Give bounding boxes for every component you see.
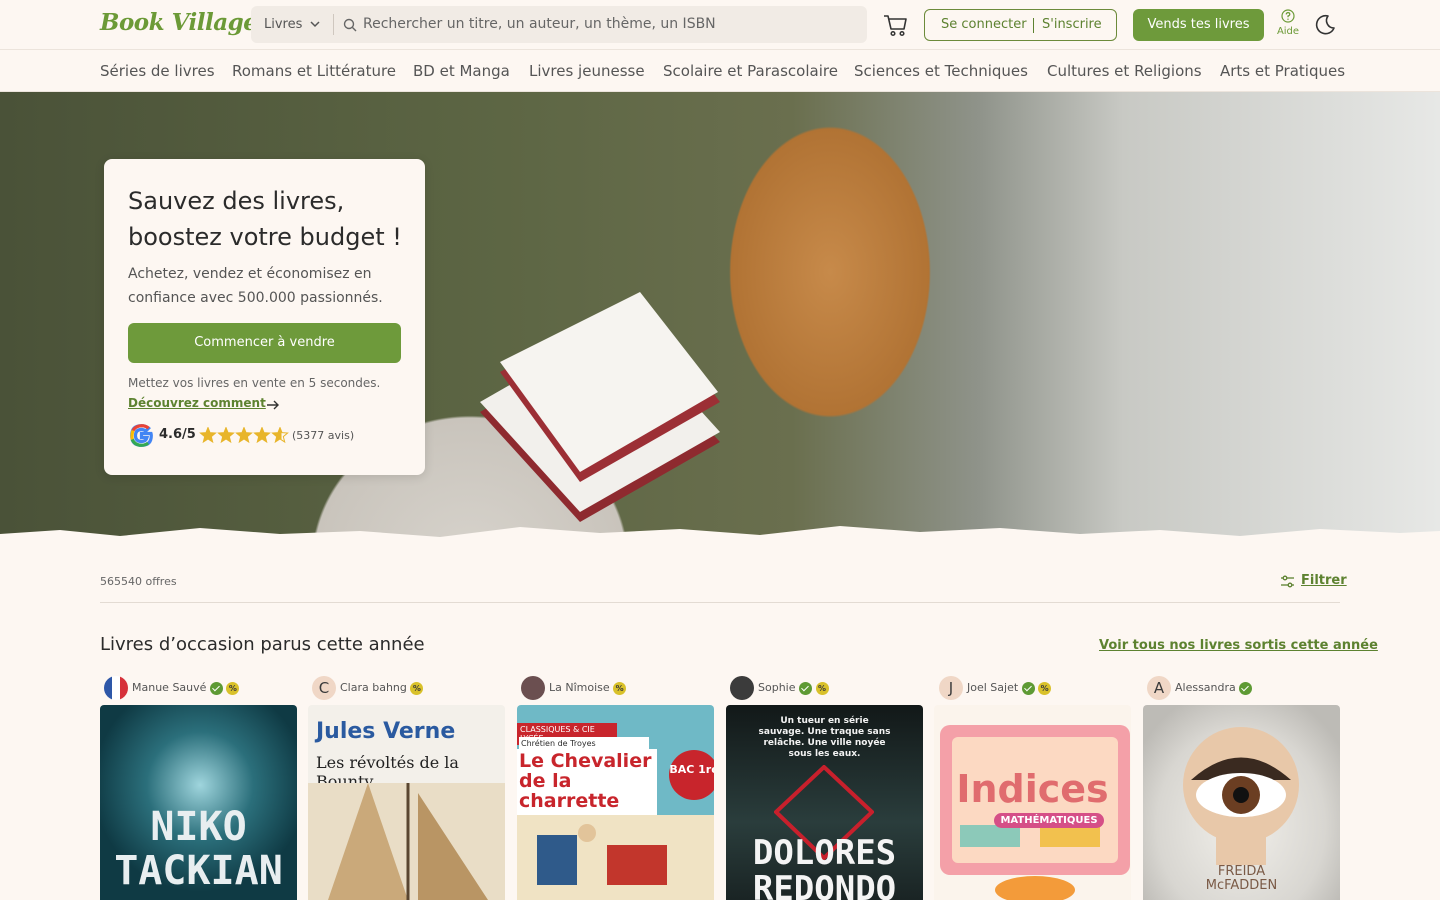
filter-label: Filtrer [1301, 573, 1347, 588]
category-arts[interactable]: Arts et Pratiques [1220, 62, 1345, 80]
offers-count: 565540 offres [100, 575, 177, 588]
cover-title: Indices [956, 767, 1109, 811]
cover-keyhole-eye [1183, 727, 1299, 865]
category-cultures[interactable]: Cultures et Religions [1047, 62, 1202, 80]
category-bd-manga[interactable]: BD et Manga [413, 62, 510, 80]
search-icon [343, 18, 357, 32]
avatar: A [1147, 676, 1171, 700]
search-separator [333, 14, 334, 35]
pro-badge-icon: % [410, 681, 424, 695]
star-icon [199, 427, 217, 444]
category-romans[interactable]: Romans et Littérature [232, 62, 396, 80]
see-all-link[interactable]: Voir tous nos livres sortis cette année [1099, 638, 1378, 653]
category-nav: Séries de livres Romans et Littérature B… [0, 51, 1440, 92]
book-cover[interactable]: Un tueur en série sauvage. Une traque sa… [726, 705, 923, 900]
star-icon [253, 427, 271, 444]
section-title: Livres d’occasion parus cette année [100, 634, 425, 655]
top-header: Book Village Livres Se connecter S'inscr… [0, 0, 1440, 50]
cover-title: Le Chevalier de la charrette [517, 749, 657, 815]
cover-author: Jules Verne [316, 719, 456, 744]
search-bar: Livres [251, 6, 867, 43]
star-icon [235, 427, 253, 444]
verified-badge-icon [209, 681, 223, 695]
hero-subtitle: Achetez, vendez et économisez en confian… [128, 266, 383, 306]
avatar: J [939, 676, 963, 700]
category-sciences[interactable]: Sciences et Techniques [854, 62, 1028, 80]
hero-hint: Mettez vos livres en vente en 5 secondes… [128, 376, 381, 390]
avatar [730, 676, 754, 700]
seller-name: Joel Sajet [967, 681, 1019, 694]
discover-link[interactable]: Découvrez comment [128, 396, 266, 410]
divider [100, 602, 1340, 603]
seller-name: Alessandra [1175, 681, 1236, 694]
reviews-count: (5377 avis) [292, 429, 355, 442]
hero-banner: Sauvez des livres, boostez votre budget … [0, 92, 1440, 540]
book-cover[interactable]: CLASSIQUES & CIE LYCÉE Chrétien de Troye… [517, 705, 714, 900]
sell-books-button[interactable]: Vends tes livres [1133, 9, 1264, 41]
cover-subtitle: MATHÉMATIQUES [994, 813, 1104, 828]
seller-name: La Nîmoise [549, 681, 610, 694]
torn-paper-edge [0, 526, 1440, 540]
cart-icon[interactable] [883, 13, 908, 37]
category-series[interactable]: Séries de livres [100, 62, 215, 80]
dark-mode-moon-icon[interactable] [1314, 14, 1336, 36]
avatar [104, 676, 128, 700]
filter-sliders-icon [1281, 575, 1294, 588]
chevron-down-icon[interactable] [309, 18, 321, 30]
help-label: Aide [1276, 26, 1300, 37]
hero-books-illustration [480, 292, 720, 522]
seller-name: Clara bahng [340, 681, 407, 694]
search-category-select[interactable]: Livres [264, 17, 302, 32]
pro-badge-icon: % [613, 681, 627, 695]
avatar: C [312, 676, 336, 700]
auth-box: Se connecter S'inscrire [924, 9, 1117, 41]
star-icon [217, 427, 235, 444]
signup-link[interactable]: S'inscrire [1042, 17, 1102, 32]
seller-name: Sophie [758, 681, 796, 694]
book-cover[interactable]: Indices MATHÉMATIQUES [934, 705, 1131, 900]
help-icon [1281, 9, 1295, 23]
rating-stars [199, 427, 289, 444]
help-button[interactable]: Aide [1275, 9, 1301, 41]
auth-separator [1033, 18, 1034, 33]
category-scolaire[interactable]: Scolaire et Parascolaire [663, 62, 838, 80]
cover-title: NIKO TACKIAN [114, 804, 283, 894]
google-icon [130, 424, 153, 447]
pro-badge-icon: % [226, 681, 240, 695]
cover-knight-illustration [517, 815, 714, 900]
book-cover[interactable]: FREIDA McFADDEN [1143, 705, 1340, 900]
cover-tagline: Un tueur en série sauvage. Une traque sa… [758, 716, 891, 759]
pro-badge-icon: % [815, 681, 829, 695]
star-icon [271, 427, 289, 444]
cover-title: DOLORES REDONDO [752, 833, 897, 900]
hero-card: Sauvez des livres, boostez votre budget … [104, 159, 425, 475]
verified-badge-icon [1239, 681, 1253, 695]
verified-badge-icon [799, 681, 812, 695]
logo[interactable]: Book Village [100, 9, 258, 36]
cover-title: FREIDA McFADDEN [1205, 864, 1278, 893]
verified-badge-icon [1021, 681, 1035, 695]
login-link[interactable]: Se connecter [941, 17, 1027, 32]
pro-badge-icon: % [1038, 681, 1052, 695]
hero-title: Sauvez des livres, boostez votre budget … [128, 187, 402, 251]
rating-value: 4.6/5 [159, 427, 196, 442]
avatar [521, 676, 545, 700]
book-cover[interactable]: Jules Verne Les révoltés de la Bounty [308, 705, 505, 900]
book-cover[interactable]: NIKO TACKIAN [100, 705, 297, 900]
start-selling-button[interactable]: Commencer à vendre [128, 323, 401, 363]
category-jeunesse[interactable]: Livres jeunesse [529, 62, 645, 80]
cover-badge: BAC 1re [669, 750, 714, 800]
seller-name: Manue Sauvé [132, 681, 207, 694]
arrow-right-icon [267, 400, 279, 410]
search-input[interactable] [363, 13, 853, 35]
cover-ship-illustration [308, 783, 505, 900]
